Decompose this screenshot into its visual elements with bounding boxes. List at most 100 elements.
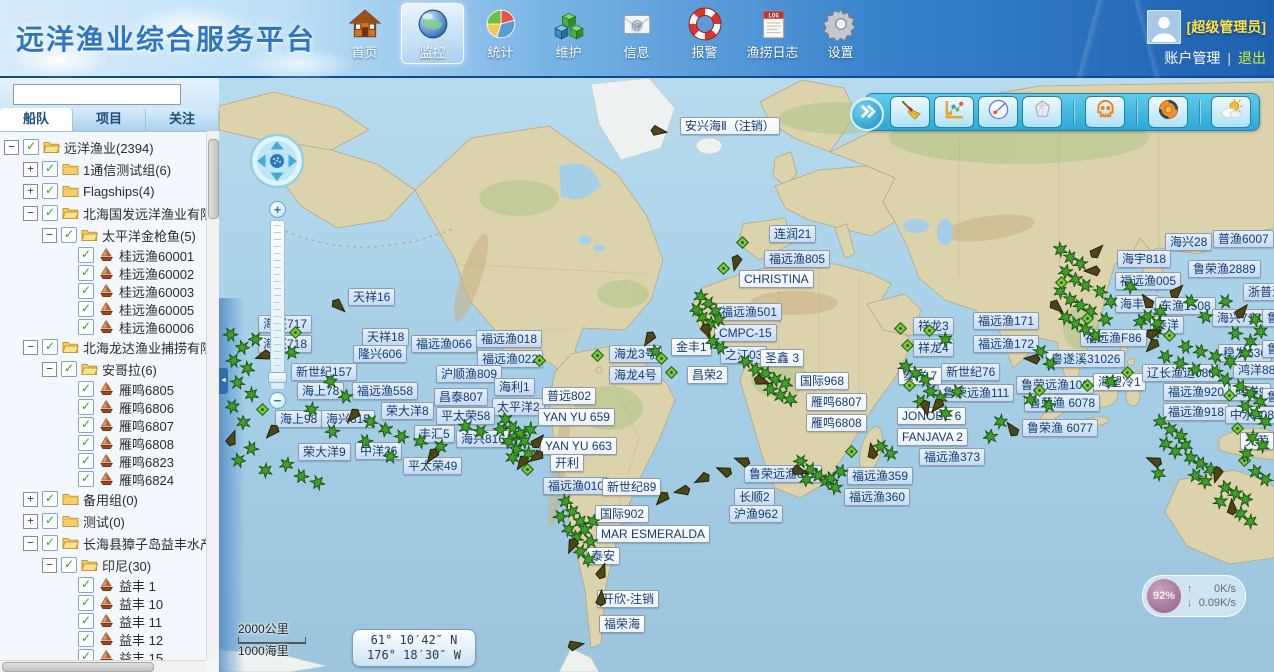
- zoom-track[interactable]: [270, 220, 285, 390]
- vessel-label[interactable]: 福远渔373: [919, 448, 985, 466]
- tree-expander[interactable]: −: [42, 228, 57, 243]
- nav-stats[interactable]: 统计: [469, 3, 532, 64]
- tree-folder[interactable]: −✓印尼(30): [0, 554, 206, 576]
- vessel-label[interactable]: 鲁荣渔2889: [1188, 260, 1261, 278]
- checkbox[interactable]: ✓: [78, 453, 94, 469]
- vessel-label[interactable]: 福远渔805: [764, 250, 830, 268]
- tree-expander[interactable]: +: [23, 184, 38, 199]
- checkbox[interactable]: ✓: [42, 183, 58, 199]
- vessel-icon-diamond[interactable]: [736, 236, 749, 254]
- vessel-icon-fish[interactable]: [294, 469, 309, 489]
- vessel-label[interactable]: 福远渔558: [352, 382, 418, 400]
- tab-project[interactable]: 项目: [73, 108, 146, 131]
- scrollbar-thumb[interactable]: [208, 139, 219, 219]
- vessel-label[interactable]: 福荣海: [599, 615, 645, 633]
- tree-folder[interactable]: −✓北海国发远洋渔业有限公: [0, 202, 206, 224]
- vessel-icon-ship[interactable]: [1083, 264, 1101, 282]
- vessel-icon-ship[interactable]: [593, 564, 611, 582]
- tree-expander[interactable]: +: [23, 492, 38, 507]
- vessel-icon-ship[interactable]: [330, 299, 348, 317]
- select-area-button[interactable]: [1022, 96, 1062, 128]
- vessel-icon-diamond[interactable]: [894, 322, 907, 340]
- vessel-icon-diamond[interactable]: [1223, 389, 1236, 407]
- vessel-label[interactable]: 福远渔918: [1163, 403, 1229, 421]
- weather-button[interactable]: [1211, 96, 1251, 128]
- vessel-label[interactable]: 海兴28: [1165, 233, 1212, 251]
- vessel-icon-fish[interactable]: [1188, 362, 1203, 382]
- vessel-label[interactable]: 普渔6007: [1213, 230, 1274, 248]
- vessel-icon-ship[interactable]: [653, 492, 671, 510]
- vessel-label[interactable]: 福远渔171: [973, 312, 1039, 330]
- checkbox[interactable]: ✓: [78, 471, 94, 487]
- vessel-icon-fish[interactable]: [1098, 312, 1113, 332]
- tree-leaf-vessel[interactable]: ✓益丰 1: [0, 576, 206, 594]
- checkbox[interactable]: ✓: [78, 649, 94, 660]
- nav-monitor[interactable]: 监控: [401, 3, 464, 64]
- tree-folder[interactable]: −✓太平洋金枪鱼(5): [0, 224, 206, 246]
- vessel-label[interactable]: 雁鸣6808: [806, 414, 867, 432]
- checkbox[interactable]: ✓: [61, 227, 77, 243]
- vessel-icon-ship[interactable]: [715, 464, 733, 482]
- vessel-label[interactable]: 隆兴606: [353, 345, 407, 363]
- zoom-out-button[interactable]: −: [269, 392, 286, 409]
- vessel-icon-ship[interactable]: [733, 454, 751, 472]
- vessel-icon-ship[interactable]: [1003, 422, 1021, 440]
- tree-leaf-vessel[interactable]: ✓益丰 12: [0, 630, 206, 648]
- vessel-icon-diamond[interactable]: [289, 326, 302, 344]
- vessel-icon-ship[interactable]: [1048, 300, 1066, 318]
- logout-link[interactable]: 退出: [1238, 50, 1266, 66]
- vessel-label[interactable]: 沪顺渔809: [436, 365, 502, 383]
- tree-folder[interactable]: +✓Flagships(4): [0, 180, 206, 202]
- vessel-label[interactable]: 海龙4号: [609, 366, 662, 384]
- vessel-icon-diamond[interactable]: [845, 445, 858, 463]
- vessel-icon-fish[interactable]: [323, 374, 338, 394]
- tree-leaf-vessel[interactable]: ✓桂远渔60002: [0, 264, 206, 282]
- vessel-label[interactable]: 新世纪76: [941, 363, 1000, 381]
- checkbox[interactable]: ✓: [61, 361, 77, 377]
- vessel-icon-ship[interactable]: [693, 472, 711, 490]
- vessel-icon-fish[interactable]: [1255, 438, 1270, 458]
- vessel-icon-fish[interactable]: [883, 446, 898, 466]
- vessel-icon-ship[interactable]: [1145, 326, 1163, 344]
- vessel-label[interactable]: 荣大洋9: [298, 443, 351, 461]
- vessel-icon-diamond[interactable]: [1081, 312, 1094, 330]
- checkbox[interactable]: ✓: [78, 417, 94, 433]
- tree-expander[interactable]: −: [23, 340, 38, 355]
- vessel-label[interactable]: 沪渔962: [729, 505, 783, 523]
- nav-info[interactable]: @信息: [605, 3, 668, 64]
- vessel-icon-diamond[interactable]: [591, 349, 604, 367]
- vessel-icon-diamond[interactable]: [1081, 379, 1094, 397]
- checkbox[interactable]: ✓: [78, 399, 94, 415]
- vessel-icon-fish[interactable]: [1103, 374, 1118, 394]
- vessel-icon-fish[interactable]: [279, 457, 294, 477]
- vessel-icon-diamond[interactable]: [533, 354, 546, 372]
- sidebar-collapse-handle[interactable]: ◄: [219, 368, 228, 394]
- vessel-icon-fish[interactable]: [833, 464, 848, 484]
- nav-settings[interactable]: 设置: [809, 3, 872, 64]
- tree-expander[interactable]: +: [23, 162, 38, 177]
- checkbox[interactable]: ✓: [42, 339, 58, 355]
- vessel-icon-fish[interactable]: [1151, 466, 1166, 486]
- vessel-label[interactable]: 福远渔360: [844, 488, 910, 506]
- vessel-icon-fish[interactable]: [1243, 514, 1258, 534]
- tree-folder[interactable]: −✓安哥拉(6): [0, 358, 206, 380]
- vessel-icon-ship[interactable]: [592, 591, 610, 609]
- vessel-label[interactable]: 长顺2: [734, 488, 775, 506]
- vessel-icon-fish[interactable]: [1198, 309, 1213, 329]
- tree-expander[interactable]: −: [4, 140, 19, 155]
- vessel-icon-ship[interactable]: [1023, 352, 1041, 370]
- checkbox[interactable]: ✓: [42, 513, 58, 529]
- vessel-icon-fish[interactable]: [363, 414, 378, 434]
- vessel-icon-diamond[interactable]: [923, 324, 936, 342]
- vessel-icon-ship[interactable]: [223, 431, 241, 449]
- vessel-icon-fish[interactable]: [1258, 414, 1273, 434]
- map-pan-compass[interactable]: [249, 133, 305, 189]
- vessel-label[interactable]: 福远渔359: [847, 467, 913, 485]
- typhoon-button[interactable]: [1148, 96, 1188, 128]
- vessel-label[interactable]: 福远渔172: [973, 335, 1039, 353]
- search-input[interactable]: [13, 84, 181, 105]
- tree-expander[interactable]: −: [23, 206, 38, 221]
- tree-leaf-vessel[interactable]: ✓桂远渔60005: [0, 300, 206, 318]
- checkbox[interactable]: ✓: [42, 535, 58, 551]
- vessel-icon-fish[interactable]: [394, 429, 409, 449]
